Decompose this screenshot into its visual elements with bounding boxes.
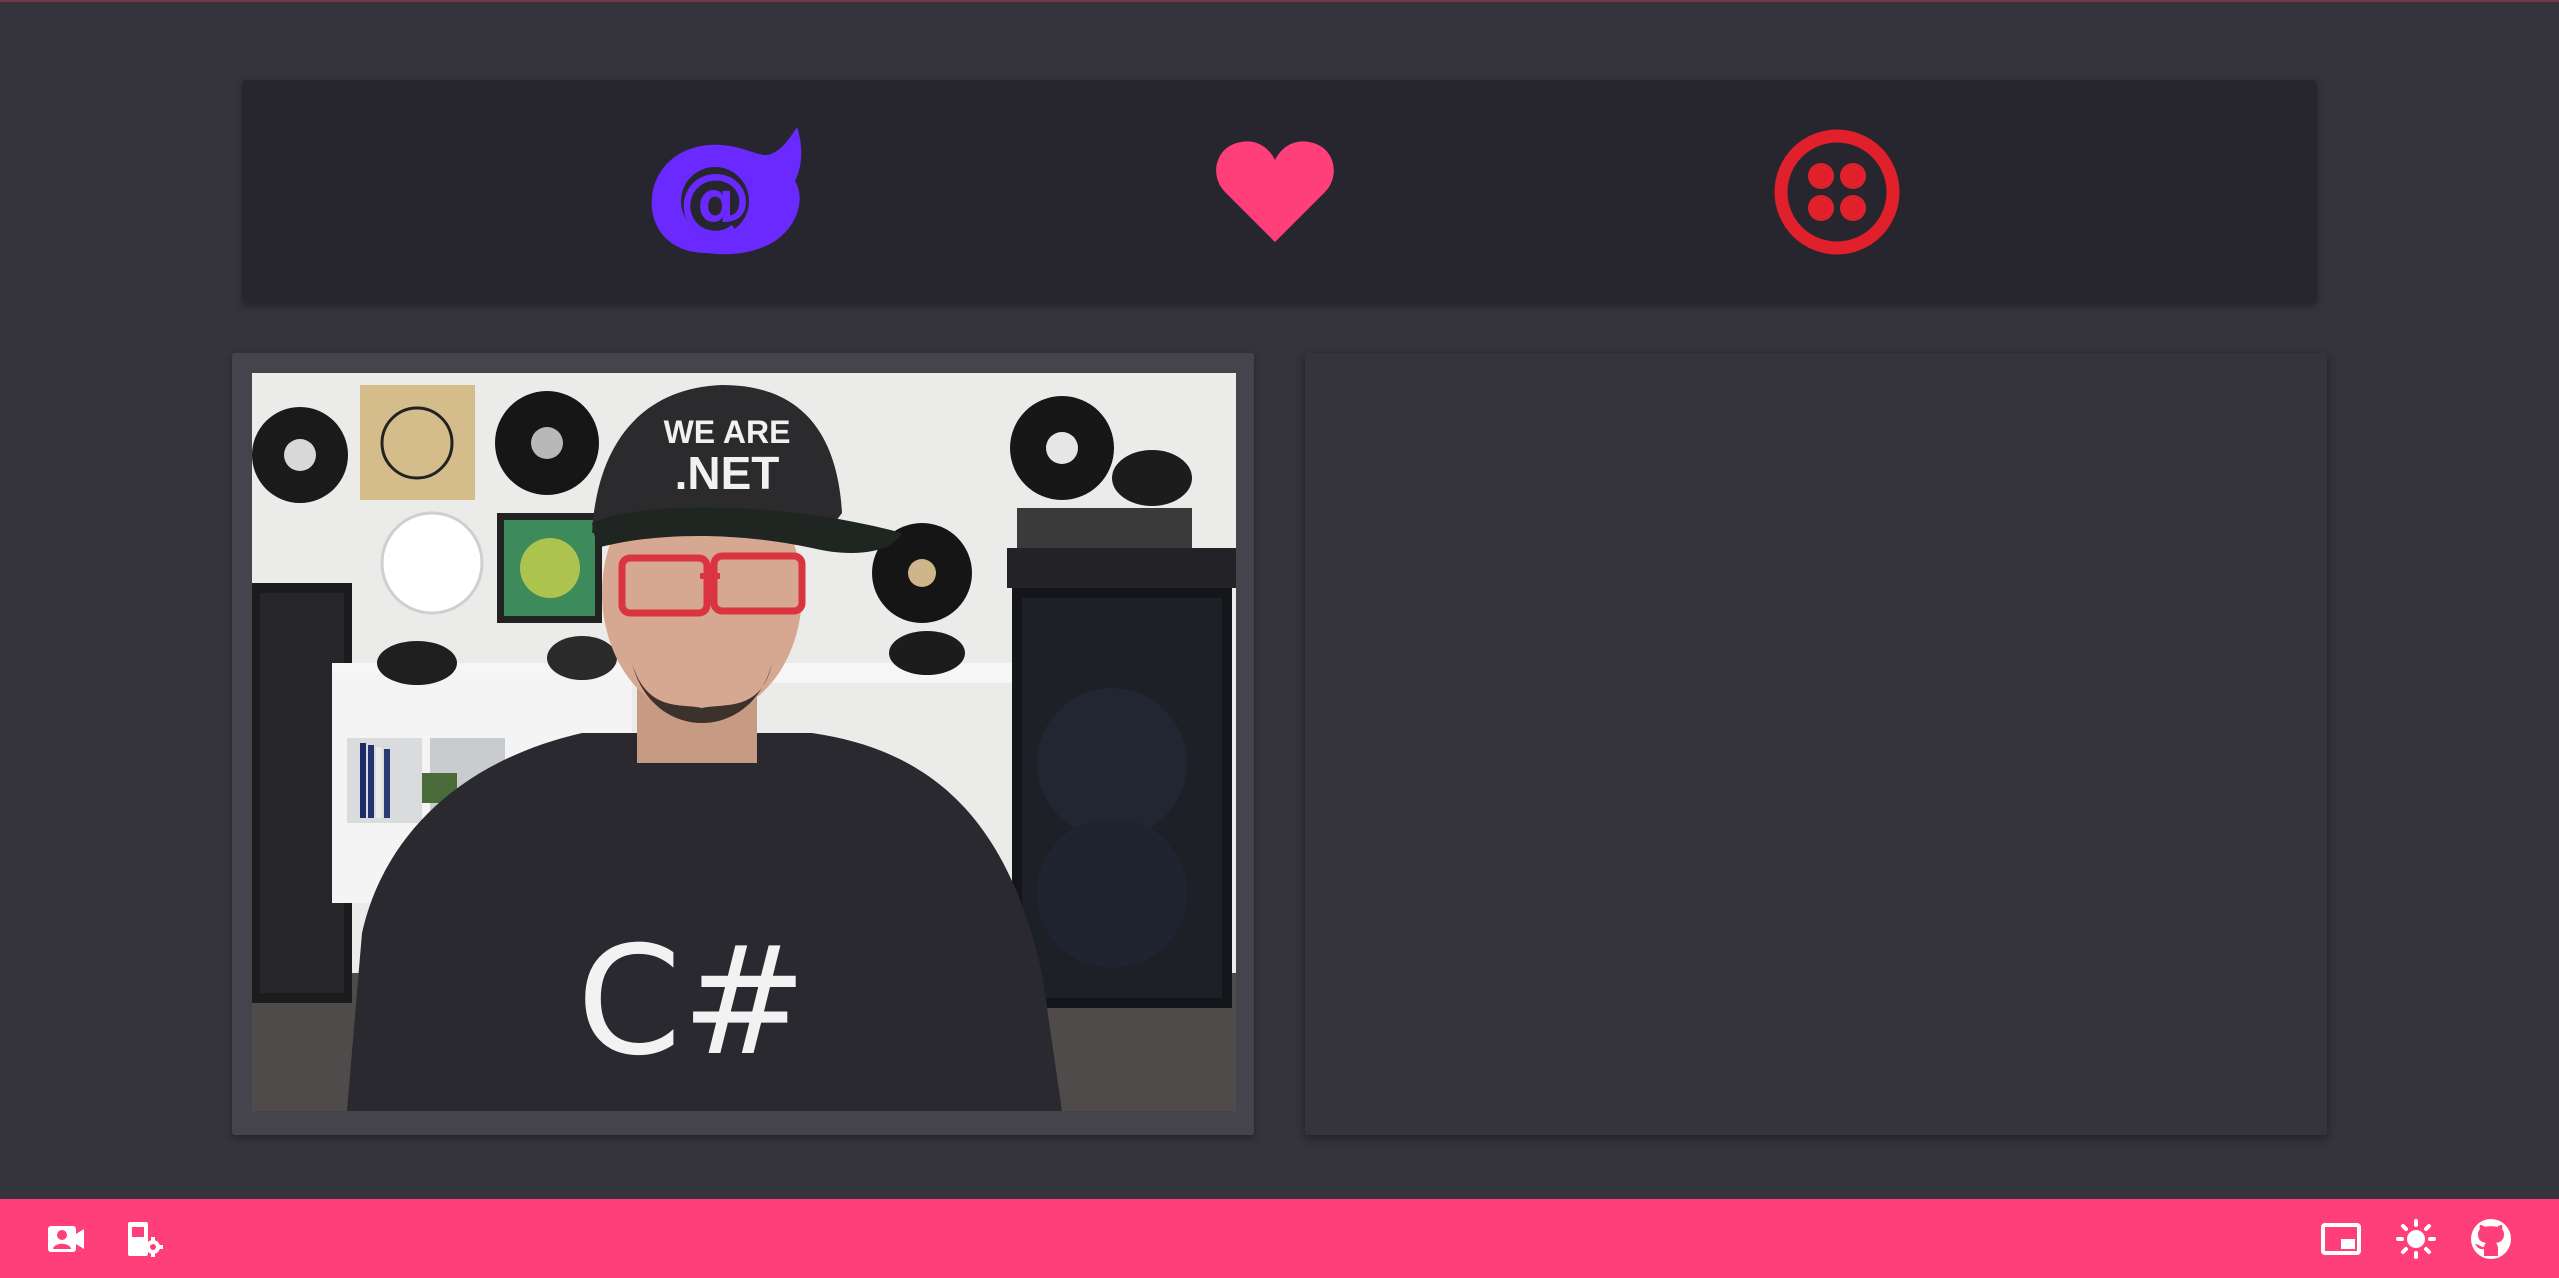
- github-icon[interactable]: [2470, 1219, 2512, 1259]
- cap-text-line1: WE ARE: [664, 414, 791, 450]
- device-settings-icon[interactable]: [123, 1219, 165, 1259]
- remote-participant-card: [1305, 353, 2327, 1135]
- svg-text:@: @: [679, 158, 751, 242]
- twilio-logo-icon: [1772, 127, 1902, 257]
- shirt-text: C#: [577, 915, 807, 1089]
- top-accent-line: [0, 0, 2559, 2]
- participant-card: WE ARE .NET C#: [232, 353, 1254, 1135]
- footer-toolbar: [0, 1199, 2559, 1278]
- camera-video: WE ARE .NET C#: [252, 373, 1236, 1111]
- blazor-logo-icon: @: [647, 125, 807, 265]
- picture-in-picture-icon[interactable]: [2320, 1219, 2362, 1259]
- heart-icon: [1212, 130, 1337, 250]
- cap-text-line2: .NET: [675, 447, 780, 499]
- camera-user-icon[interactable]: [45, 1219, 87, 1259]
- header-logo-bar: @: [242, 80, 2317, 303]
- brightness-icon[interactable]: [2395, 1219, 2437, 1259]
